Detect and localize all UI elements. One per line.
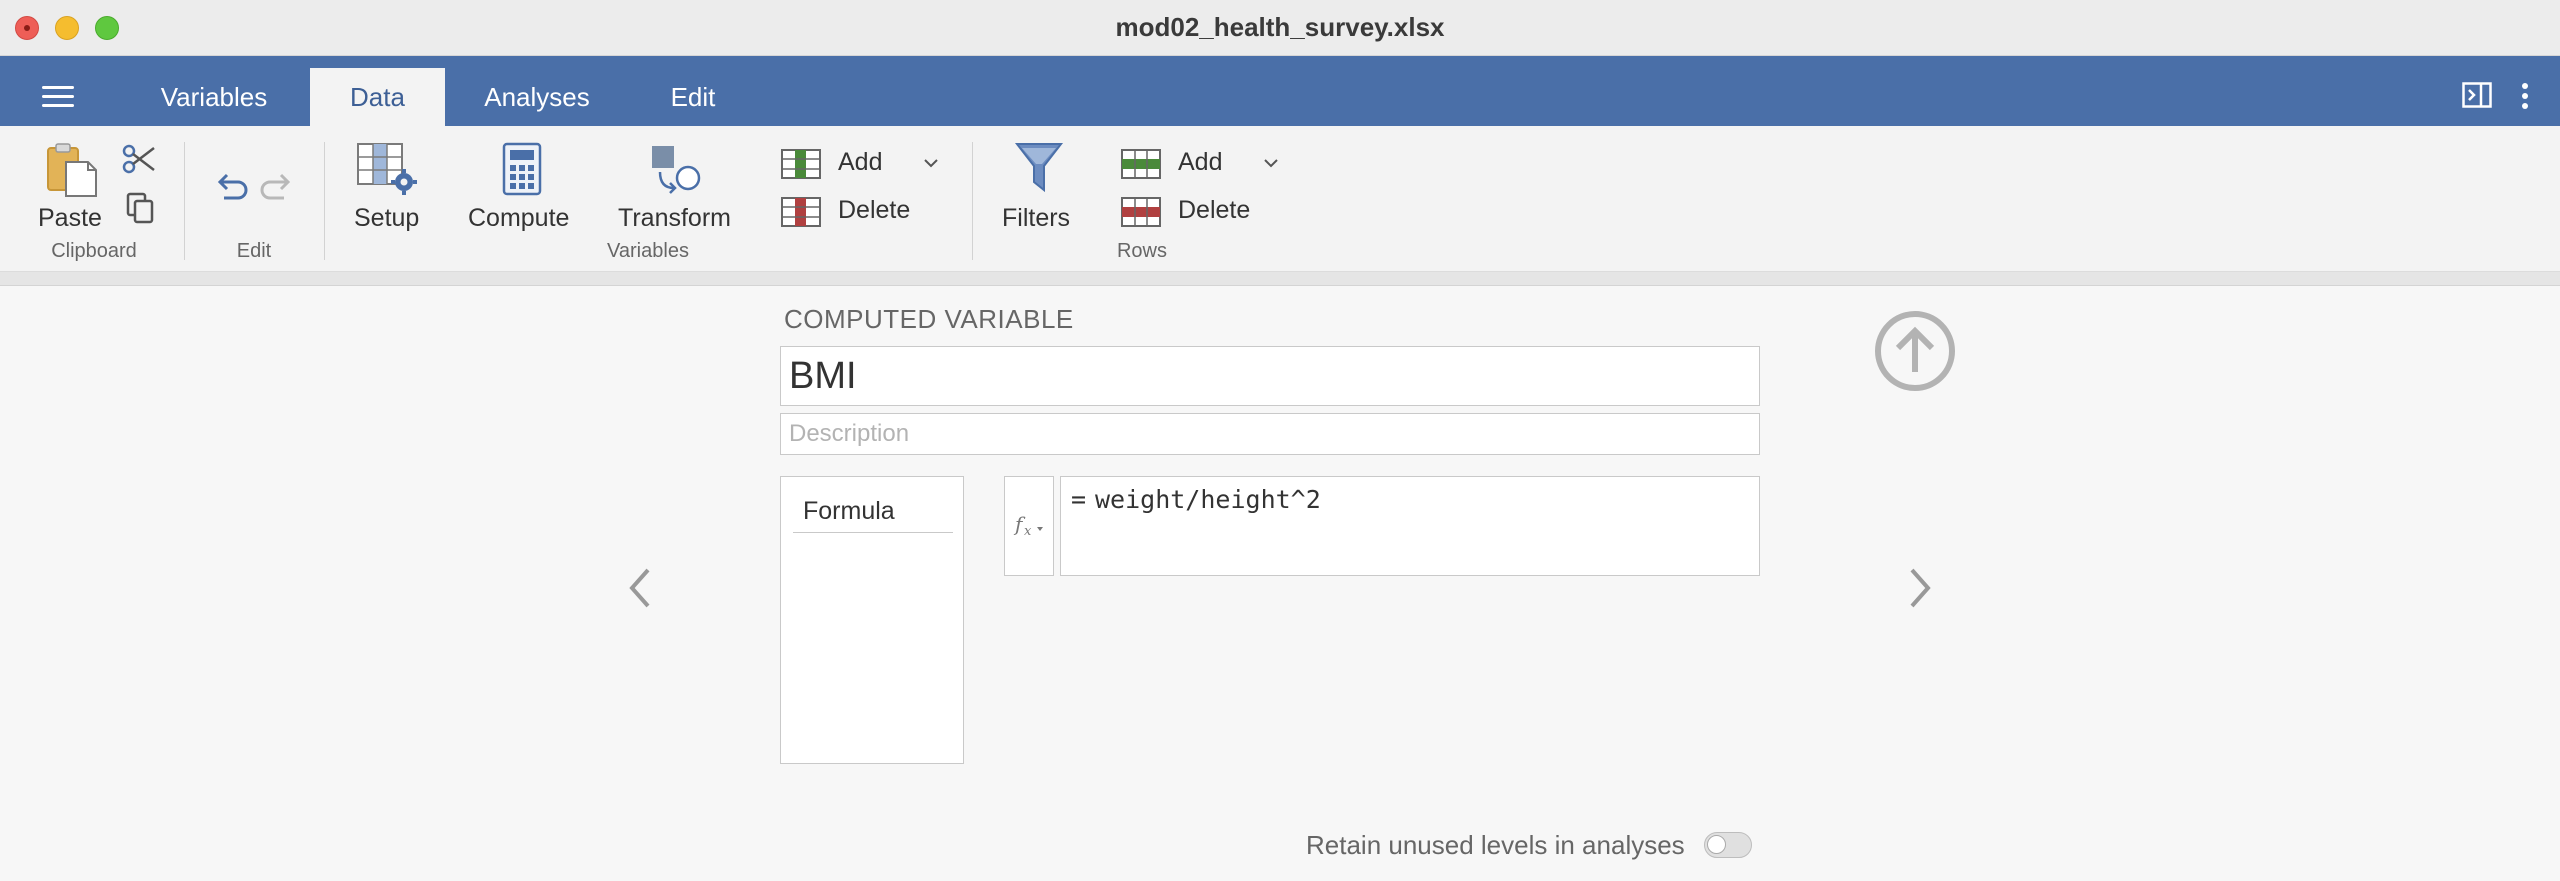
tab-variables[interactable]: Variables <box>140 68 288 126</box>
function-picker-button[interactable]: f x <box>1004 476 1054 576</box>
next-variable-arrow-icon[interactable] <box>1904 564 1936 612</box>
filter-funnel-icon[interactable] <box>1014 140 1064 196</box>
delete-variable-icon[interactable] <box>780 196 822 228</box>
formula-type-list: Formula <box>780 476 964 764</box>
rows-group-label: Rows <box>1116 240 1167 262</box>
formula-tab[interactable]: Formula <box>793 497 953 533</box>
ribbon-separator <box>184 142 185 260</box>
more-options-icon[interactable] <box>2520 82 2530 110</box>
transform-button-label[interactable]: Transform <box>618 204 731 233</box>
copy-icon[interactable] <box>126 192 154 224</box>
main-menu-bar: Variables Data Analyses Edit <box>0 56 2560 126</box>
paste-icon[interactable] <box>44 142 100 198</box>
variable-description-input[interactable] <box>780 413 1760 455</box>
ribbon-divider <box>0 272 2560 286</box>
ribbon-separator <box>972 142 973 260</box>
compute-button-label[interactable]: Compute <box>468 204 569 233</box>
toggle-knob <box>1707 835 1726 854</box>
retain-unused-levels-toggle[interactable] <box>1704 832 1752 858</box>
title-bar: mod02_health_survey.xlsx <box>0 0 2560 56</box>
close-editor-up-arrow-icon[interactable] <box>1874 310 1956 392</box>
paste-button-label[interactable]: Paste <box>38 204 102 233</box>
compute-icon[interactable] <box>502 142 542 196</box>
chevron-down-icon[interactable] <box>1262 156 1280 170</box>
cut-icon[interactable] <box>122 142 156 176</box>
computed-variable-header: COMPUTED VARIABLE <box>784 304 1074 334</box>
toggle-results-panel-icon[interactable] <box>2462 82 2492 108</box>
fx-icon: f x <box>1013 512 1043 539</box>
formula-equals-sign: = <box>1071 485 1087 514</box>
setup-button-label[interactable]: Setup <box>354 204 419 233</box>
variables-group-label: Variables <box>607 240 689 262</box>
ribbon-separator <box>324 142 325 260</box>
edit-group-label: Edit <box>236 240 272 262</box>
setup-icon[interactable] <box>356 142 420 198</box>
ribbon-toolbar: Paste Clipboard Edit Setup Compute Trans… <box>0 126 2560 272</box>
tab-data[interactable]: Data <box>310 68 445 126</box>
formula-text[interactable]: weight/height^2 <box>1095 485 1321 514</box>
transform-icon[interactable] <box>648 142 704 198</box>
variable-name-input[interactable] <box>780 346 1760 406</box>
delete-row-label[interactable]: Delete <box>1178 196 1250 225</box>
delete-variable-label[interactable]: Delete <box>838 196 910 225</box>
previous-variable-arrow-icon[interactable] <box>624 564 656 612</box>
chevron-down-icon[interactable] <box>922 156 940 170</box>
hamburger-menu-icon[interactable] <box>42 86 74 108</box>
formula-editor[interactable]: = weight/height^2 <box>1060 476 1760 576</box>
filters-button-label[interactable]: Filters <box>1002 204 1070 233</box>
add-variable-icon[interactable] <box>780 148 822 180</box>
add-row-label[interactable]: Add <box>1178 148 1222 177</box>
add-variable-label[interactable]: Add <box>838 148 882 177</box>
undo-icon[interactable] <box>214 172 248 202</box>
tab-edit[interactable]: Edit <box>652 68 734 126</box>
redo-icon[interactable] <box>260 172 294 202</box>
add-row-icon[interactable] <box>1120 148 1162 180</box>
retain-unused-levels-label: Retain unused levels in analyses <box>1306 830 1685 860</box>
clipboard-group-label: Clipboard <box>51 240 137 262</box>
window-title: mod02_health_survey.xlsx <box>1115 12 1445 42</box>
delete-row-icon[interactable] <box>1120 196 1162 228</box>
tab-analyses[interactable]: Analyses <box>466 68 608 126</box>
svg-text:x: x <box>1024 524 1032 539</box>
